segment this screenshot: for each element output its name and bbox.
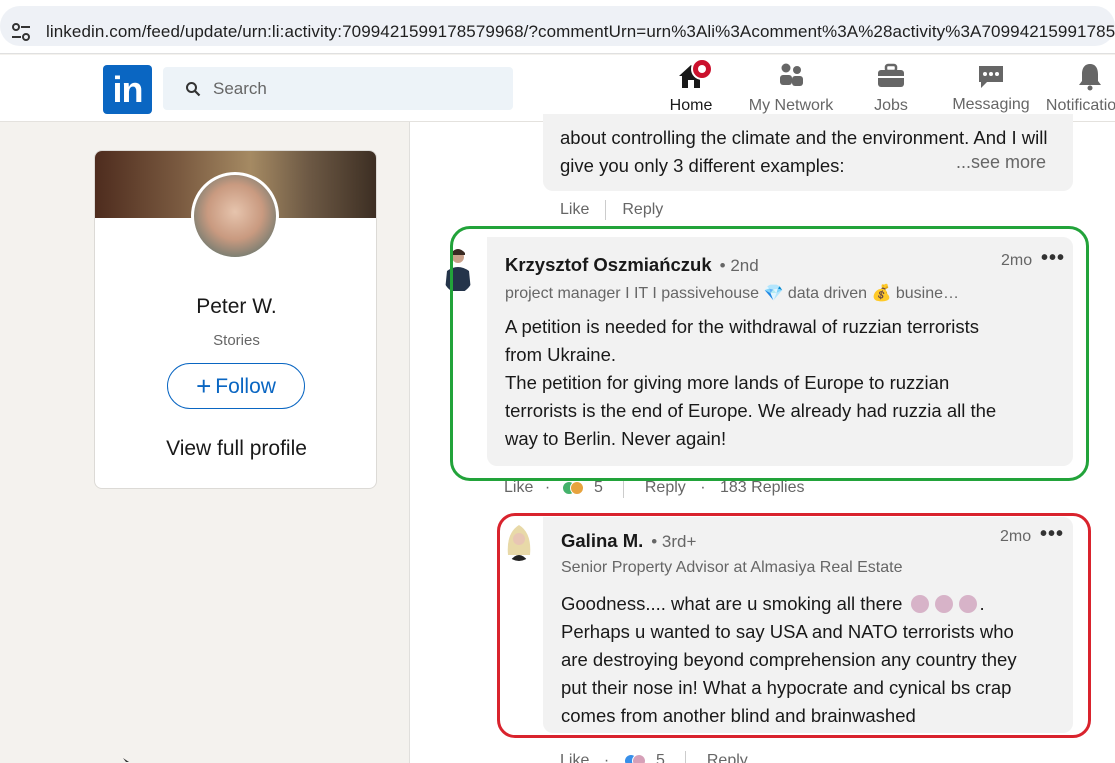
- plus-icon: +: [196, 370, 212, 401]
- profile-name[interactable]: Peter W.: [95, 295, 376, 319]
- nav-notifications[interactable]: Notifications: [1042, 55, 1115, 122]
- bell-icon: [1078, 64, 1101, 91]
- nav-notifications-label: Notifications: [1045, 97, 1115, 114]
- reply-button[interactable]: Reply: [645, 479, 686, 497]
- love-reaction-icon: [631, 753, 646, 763]
- reply-button[interactable]: Reply: [622, 201, 663, 219]
- nav-jobs[interactable]: Jobs: [851, 55, 931, 122]
- like-button[interactable]: Like: [504, 479, 533, 497]
- divider: [605, 200, 607, 220]
- network-icon: [780, 63, 803, 86]
- url-text[interactable]: linkedin.com/feed/update/urn:li:activity…: [46, 22, 1115, 42]
- reactions[interactable]: [561, 479, 584, 497]
- site-settings-icon[interactable]: [11, 23, 31, 41]
- comment-actions: Like · 5 Reply · 183 Replies: [504, 478, 805, 498]
- search-input[interactable]: [213, 75, 493, 102]
- linkedin-logo[interactable]: in: [103, 65, 152, 114]
- url-field[interactable]: linkedin.com/feed/update/urn:li:activity…: [0, 6, 1115, 46]
- red-highlight-box: [497, 513, 1091, 738]
- nav-my-network[interactable]: My Network: [741, 55, 841, 122]
- replies-count-link[interactable]: 183 Replies: [720, 479, 805, 497]
- like-button[interactable]: Like: [560, 752, 589, 763]
- profile-card: Peter W. Stories + Follow View full profi…: [94, 150, 377, 489]
- briefcase-icon: [878, 63, 904, 87]
- previous-comment-actions: Like Reply: [560, 200, 663, 220]
- profile-avatar[interactable]: [191, 172, 279, 260]
- mouse-cursor-icon: [123, 758, 129, 762]
- messaging-icon: [979, 66, 1003, 88]
- top-nav: in Home My Network Jobs: [0, 55, 1115, 122]
- reply-actions: Like · 5 Reply: [560, 751, 748, 763]
- green-highlight-box: [450, 226, 1089, 481]
- divider: [623, 478, 625, 498]
- nav-home-label: Home: [669, 97, 713, 114]
- previous-comment-bubble: about controlling the climate and the en…: [543, 114, 1073, 191]
- view-full-profile-link[interactable]: View full profile: [95, 437, 376, 461]
- insightful-icon: [569, 480, 584, 495]
- search-icon: [186, 82, 201, 97]
- follow-label: Follow: [215, 374, 276, 398]
- divider: [685, 751, 687, 763]
- profile-subtitle: Stories: [213, 332, 260, 349]
- home-notification-badge: [691, 58, 713, 80]
- like-button[interactable]: Like: [560, 201, 589, 219]
- search-box[interactable]: [163, 67, 513, 110]
- nav-my-network-label: My Network: [748, 97, 834, 114]
- reply-button[interactable]: Reply: [707, 752, 748, 763]
- nav-messaging-label: Messaging: [952, 96, 1030, 113]
- reaction-count: 5: [594, 479, 603, 496]
- reactions[interactable]: [623, 752, 646, 763]
- nav-messaging[interactable]: Messaging: [945, 55, 1037, 122]
- browser-address-bar: linkedin.com/feed/update/urn:li:activity…: [0, 0, 1115, 54]
- follow-button[interactable]: + Follow: [167, 363, 305, 409]
- see-more-link[interactable]: ...see more: [956, 152, 1046, 173]
- reaction-count: 5: [656, 752, 665, 763]
- nav-jobs-label: Jobs: [874, 97, 908, 114]
